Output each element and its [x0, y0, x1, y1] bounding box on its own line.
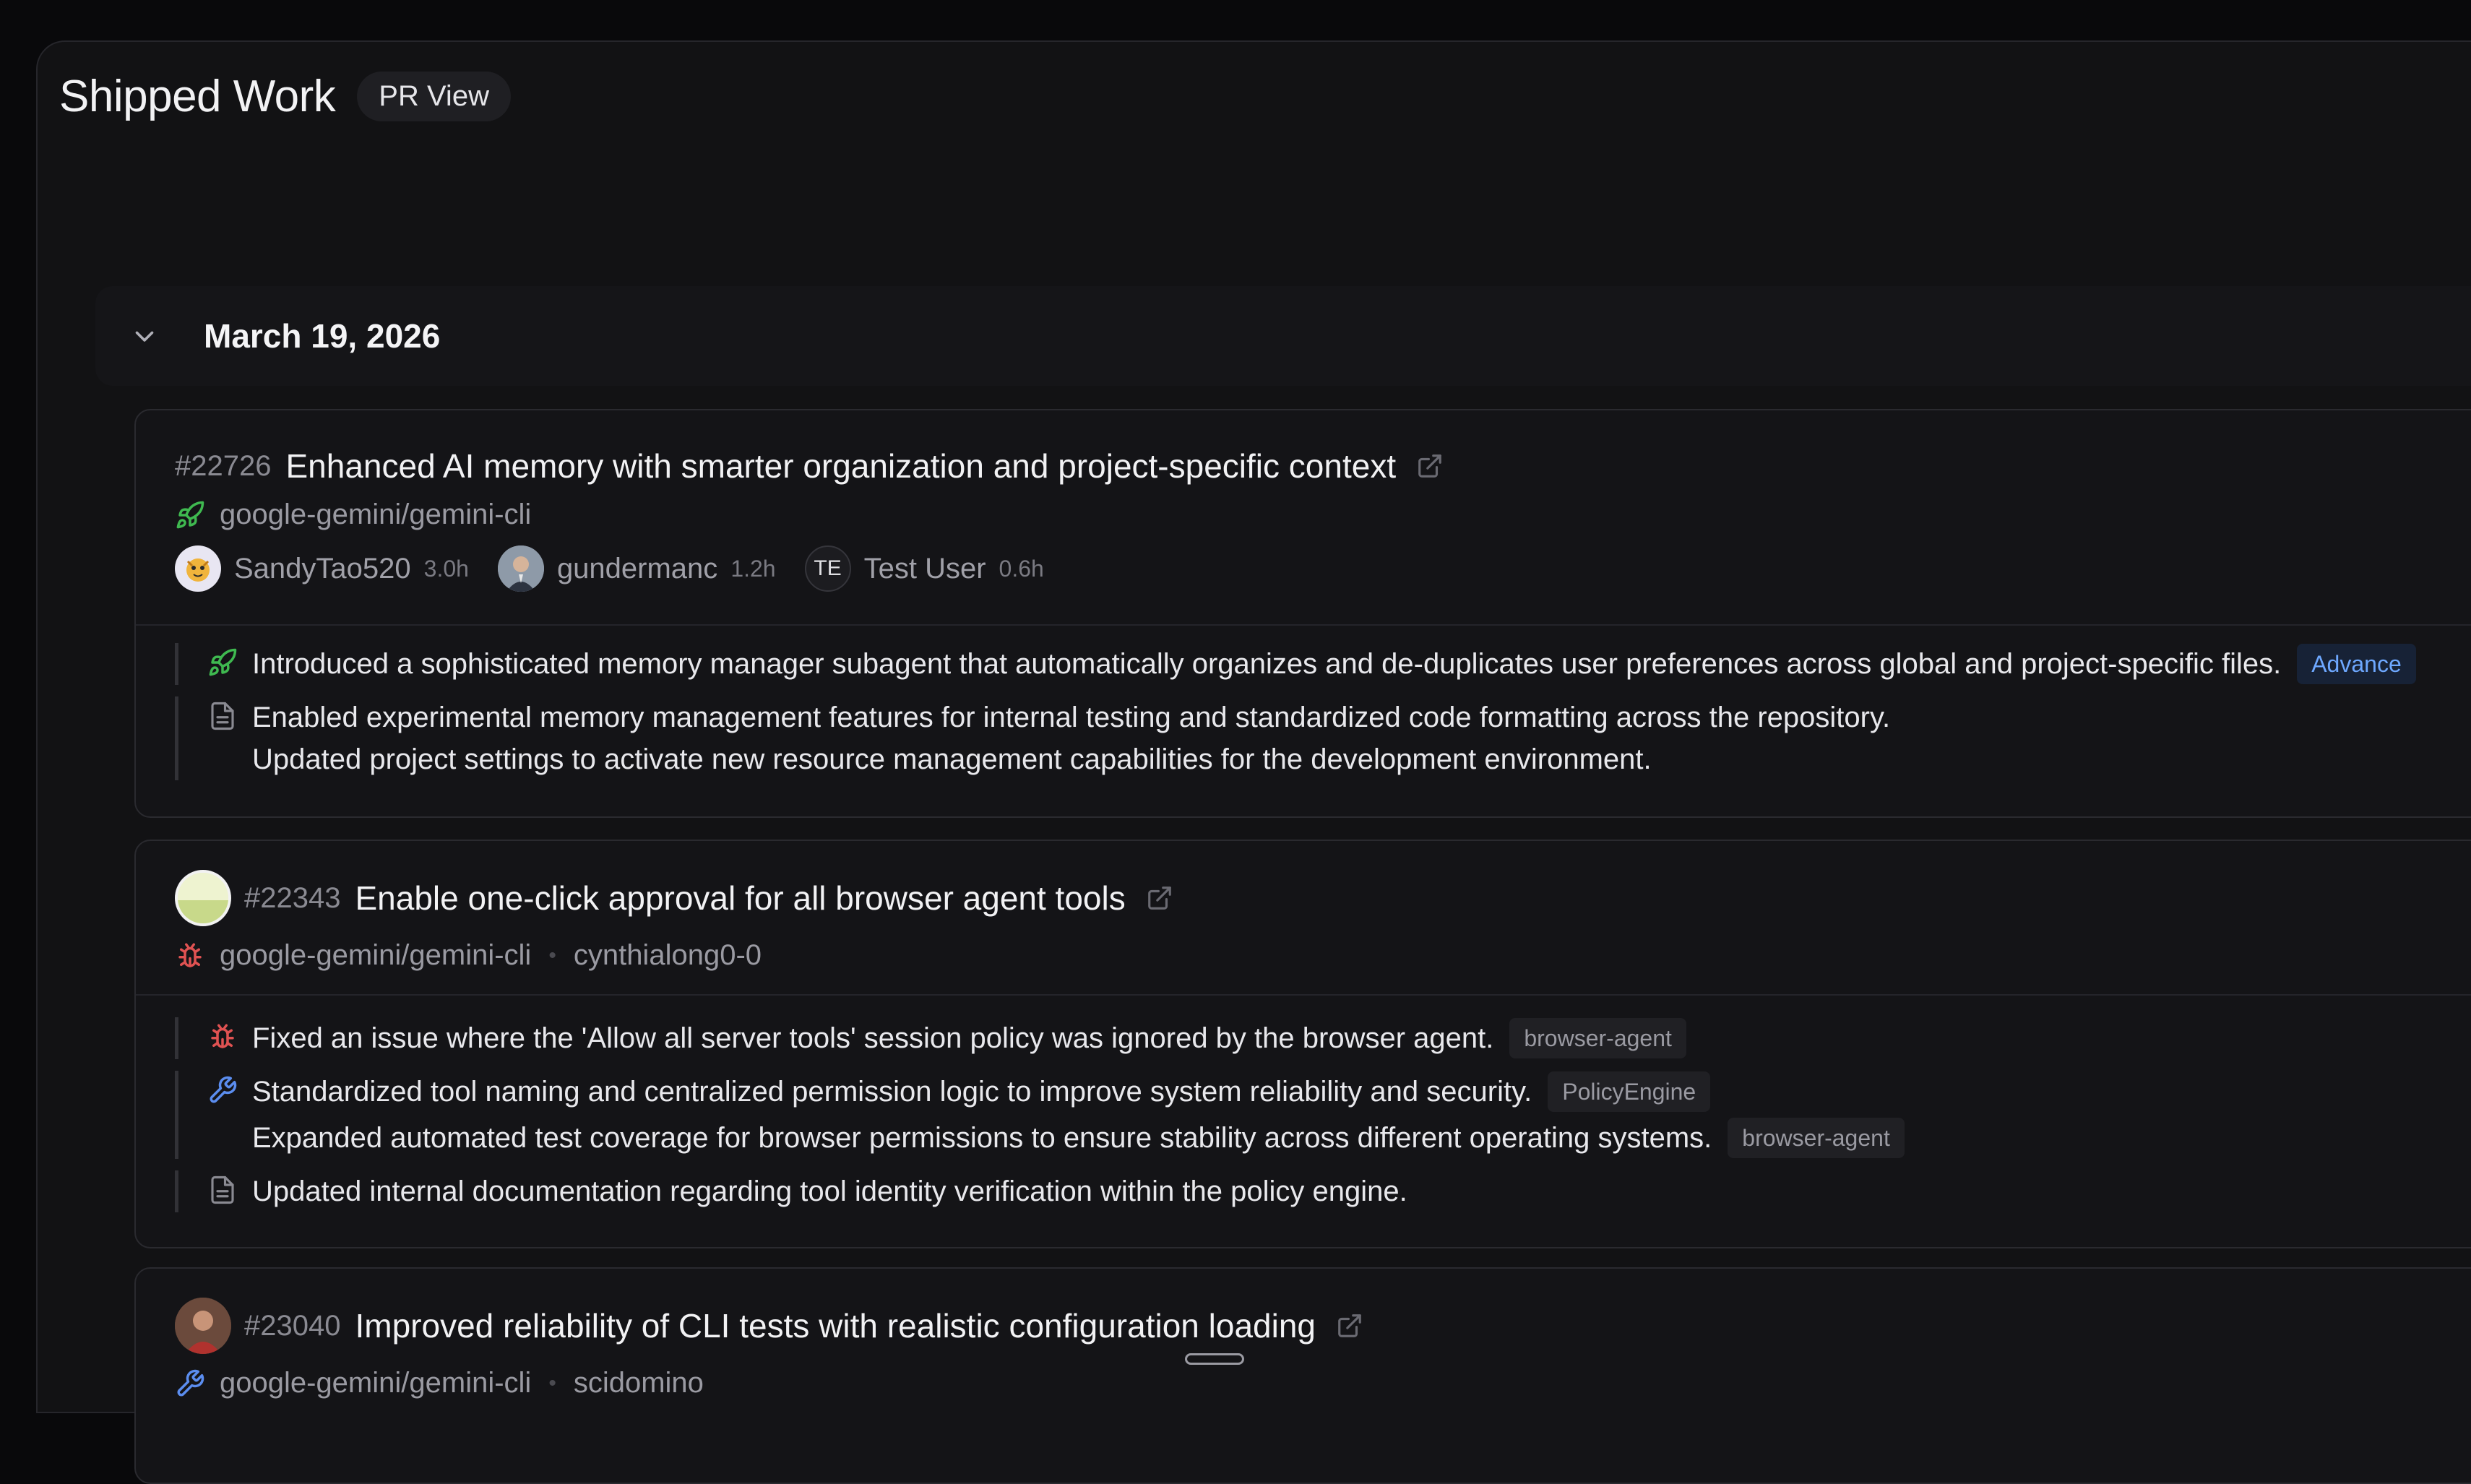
author-chip[interactable]: SandyTao520 3.0h	[175, 545, 469, 592]
bug-icon	[207, 1022, 238, 1052]
wrench-icon	[175, 1368, 205, 1399]
avatar-initials: TE	[804, 545, 851, 592]
repo-name[interactable]: google-gemini/gemini-cli	[220, 939, 531, 972]
change-text: Fixed an issue where the 'Allow all serv…	[252, 1022, 1494, 1054]
scroll-indicator[interactable]	[1185, 1353, 1244, 1365]
repo-name[interactable]: google-gemini/gemini-cli	[220, 499, 531, 531]
change-tag[interactable]: Advance	[2297, 644, 2416, 684]
change-text: Updated internal documentation regarding…	[252, 1175, 1407, 1207]
change-text: Standardized tool naming and centralized…	[252, 1076, 1532, 1108]
author-name[interactable]: scidomino	[574, 1367, 704, 1399]
change-text: Enabled experimental memory management f…	[252, 702, 1891, 733]
chevron-down-icon[interactable]	[131, 323, 189, 349]
pr-number: #22343	[244, 881, 341, 914]
date-group-label: March 19, 2026	[204, 317, 441, 355]
author-time: 1.2h	[730, 555, 776, 582]
pr-number: #23040	[244, 1309, 341, 1342]
change-text: Updated project settings to activate new…	[252, 743, 1652, 775]
author-time: 0.6h	[999, 555, 1044, 582]
change-group-docs: Enabled experimental memory management f…	[175, 696, 2416, 780]
external-link-icon[interactable]	[1146, 884, 1173, 912]
change-group-docs: Updated internal documentation regarding…	[175, 1170, 1905, 1212]
pr-card: #23040 Improved reliability of CLI tests…	[134, 1267, 2471, 1484]
avatar	[497, 545, 544, 592]
page-header: Shipped Work PR View	[59, 71, 511, 122]
change-group-tooling: Standardized tool naming and centralized…	[175, 1071, 1905, 1159]
rocket-icon	[175, 500, 205, 530]
rocket-icon	[207, 647, 238, 678]
change-group-feature: Introduced a sophisticated memory manage…	[175, 643, 2416, 685]
change-tag[interactable]: browser-agent	[1509, 1018, 1686, 1058]
pr-card: #22726 Enhanced AI memory with smarter o…	[134, 409, 2471, 818]
page-title: Shipped Work	[59, 72, 336, 121]
pr-number: #22726	[175, 449, 272, 482]
separator-dot: •	[548, 1371, 556, 1395]
avatar	[175, 1298, 231, 1354]
change-text: Introduced a sophisticated memory manage…	[252, 648, 2282, 680]
author-name: gundermanc	[556, 552, 718, 584]
external-link-icon[interactable]	[1416, 452, 1444, 480]
wrench-icon	[207, 1075, 238, 1105]
author-name: SandyTao520	[234, 552, 411, 584]
change-tag[interactable]: PolicyEngine	[1548, 1071, 1711, 1112]
pr-title[interactable]: Enhanced AI memory with smarter organiza…	[285, 447, 1396, 486]
document-icon	[207, 1175, 238, 1205]
pr-title[interactable]: Enable one-click approval for all browse…	[355, 879, 1125, 918]
pr-card: #22343 Enable one-click approval for all…	[134, 840, 2471, 1248]
change-text: Expanded automated test coverage for bro…	[252, 1122, 1712, 1154]
author-name[interactable]: cynthialong0-0	[574, 939, 762, 972]
external-link-icon[interactable]	[1336, 1312, 1363, 1340]
author-time: 3.0h	[423, 555, 469, 582]
author-chip[interactable]: gundermanc 1.2h	[497, 545, 776, 592]
bug-icon	[175, 941, 205, 971]
author-chip[interactable]: TE Test User 0.6h	[804, 545, 1044, 592]
change-tag[interactable]: browser-agent	[1728, 1118, 1905, 1158]
avatar	[175, 545, 221, 592]
change-group-bug: Fixed an issue where the 'Allow all serv…	[175, 1017, 1905, 1059]
date-group-header[interactable]: March 19, 2026	[95, 286, 2471, 386]
pr-title[interactable]: Improved reliability of CLI tests with r…	[355, 1306, 1316, 1345]
repo-name[interactable]: google-gemini/gemini-cli	[220, 1367, 531, 1399]
view-toggle-button[interactable]: PR View	[357, 72, 511, 121]
avatar	[175, 870, 231, 926]
document-icon	[207, 701, 238, 731]
author-name: Test User	[863, 552, 986, 584]
separator-dot: •	[548, 943, 556, 967]
